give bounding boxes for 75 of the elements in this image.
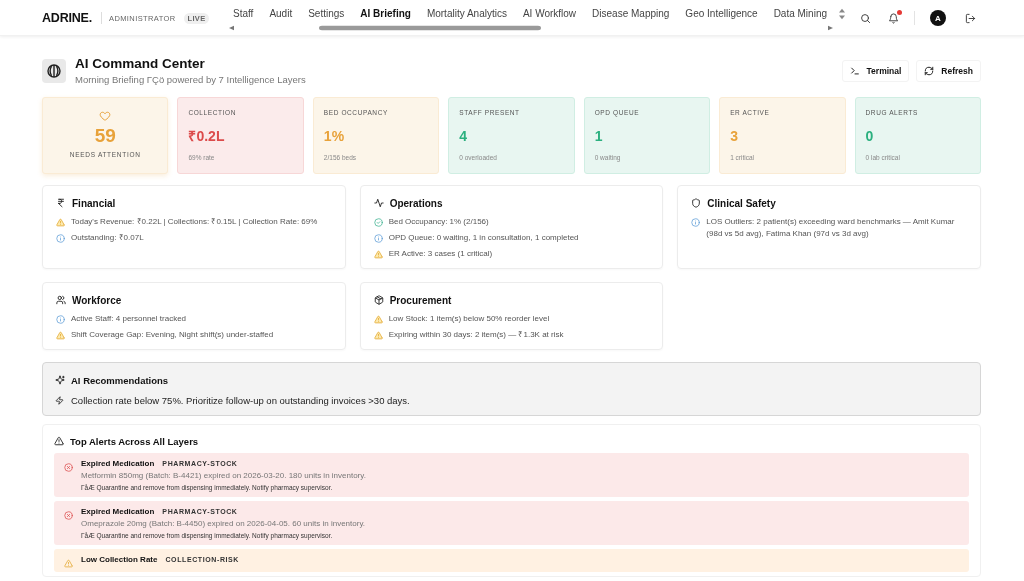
user-avatar[interactable]: A — [930, 10, 946, 26]
insight-text: Shift Coverage Gap: Evening, Night shift(s) under-staffed — [71, 329, 274, 341]
logout-icon[interactable] — [965, 12, 976, 24]
card-title: Operations — [389, 197, 443, 209]
bell-icon[interactable] — [888, 12, 899, 24]
terminal-icon — [849, 66, 860, 76]
alert-title: Expired Medication — [81, 507, 155, 516]
nav-tab[interactable]: AI Briefing — [360, 7, 411, 20]
stat-value: 3 — [730, 127, 739, 145]
stat-value: 4 — [459, 127, 469, 145]
recommendation-text: Collection rate below 75%. Prioritize follow-up on outstanding invoices >30 days. — [71, 394, 410, 407]
refresh-icon — [924, 66, 935, 76]
panel-title: Top Alerts Across All Layers — [70, 435, 199, 447]
warning-icon — [56, 217, 65, 227]
shield-icon — [691, 198, 702, 208]
info-icon — [691, 217, 701, 227]
activity-icon — [373, 198, 384, 208]
stat-value: 59 — [94, 125, 116, 147]
stat-value: ₹0.2L — [188, 127, 226, 145]
nav-tab[interactable]: Audit — [269, 7, 293, 20]
brand-logo[interactable]: ADRINE. — [42, 11, 92, 25]
nav-tab[interactable]: AI Workflow — [522, 7, 577, 20]
warning-icon — [373, 249, 383, 259]
stat-value: 1% — [323, 127, 346, 145]
globe-icon — [42, 59, 66, 83]
error-icon — [64, 463, 73, 472]
warning-icon — [373, 314, 383, 324]
insight-text: ER Active: 3 cases (1 critical) — [388, 248, 493, 260]
search-icon[interactable] — [860, 12, 871, 24]
people-icon — [56, 295, 66, 305]
nav-tab[interactable]: Settings — [308, 7, 345, 20]
lightning-icon — [55, 396, 64, 405]
warning-icon — [54, 436, 64, 446]
info-icon — [56, 314, 65, 324]
rupee-icon — [56, 198, 66, 208]
card-title: Clinical Safety — [707, 197, 776, 209]
nav-tab[interactable]: Disease Mapping — [592, 7, 670, 20]
nav-tab[interactable]: Staff — [233, 7, 254, 20]
info-icon — [373, 233, 383, 243]
insight-text: Today's Revenue: ₹0.22L | Collections: ₹0.15L | Collection Rate: 69% — [71, 216, 318, 228]
card-title: Workforce — [72, 294, 122, 306]
scroll-arrows-icon[interactable] — [839, 8, 845, 20]
page-subtitle: Morning Briefing ΓÇö powered by 7 Intelligence Layers — [75, 73, 306, 86]
warning-icon — [56, 330, 65, 340]
nav-tab[interactable]: Data Mining — [773, 7, 827, 20]
error-icon — [64, 511, 73, 520]
card-title: Procurement — [389, 294, 452, 306]
alert-detail: Metformin 850mg (Batch: B-4421) expired on 2026-03-20. 180 units in inventory. — [81, 470, 366, 482]
horizontal-scrollbar[interactable] — [228, 25, 834, 31]
card-title: Financial — [72, 197, 116, 209]
box-icon — [373, 295, 384, 305]
insight-text: Outstanding: ₹0.07L — [71, 232, 144, 244]
heart-icon — [99, 110, 112, 122]
insight-text: LOS Outliers: 2 patient(s) exceeding ward benchmarks — Amit Kumar (98d vs 5d avg), Fatima Khan (97d vs 3d avg) — [706, 216, 956, 240]
alert-detail: Omeprazole 20mg (Batch: B-4450) expired on 2026-04-05. 60 units in inventory. — [81, 518, 365, 530]
refresh-button[interactable]: Refresh — [916, 60, 981, 82]
check-circle-icon — [373, 217, 383, 227]
insight-text: Low Stock: 1 item(s) below 50% reorder level — [388, 313, 550, 325]
sparkle-icon — [55, 375, 65, 385]
alert-title: Low Collection Rate — [81, 555, 158, 564]
insight-text: Expiring within 30 days: 2 item(s) — ₹1.3K at risk — [388, 329, 564, 341]
stat-value: 1 — [594, 127, 604, 145]
stat-value: 0 — [865, 127, 875, 145]
warning-icon — [373, 330, 383, 340]
panel-title: AI Recommendations — [71, 374, 169, 386]
insight-text: OPD Queue: 0 waiting, 1 in consultation, 1 completed — [388, 232, 579, 244]
insight-text: Bed Occupancy: 1% (2/156) — [388, 216, 489, 228]
nav-tab[interactable]: Geo Intelligence — [685, 7, 758, 20]
warning-icon — [64, 559, 73, 568]
nav-tab[interactable]: Mortality Analytics — [426, 7, 507, 20]
terminal-button[interactable]: Terminal — [841, 60, 910, 82]
page-title: AI Command Center — [75, 56, 206, 72]
insight-text: Active Staff: 4 personnel tracked — [71, 313, 187, 325]
info-icon — [56, 233, 65, 243]
alert-title: Expired Medication — [81, 459, 155, 468]
